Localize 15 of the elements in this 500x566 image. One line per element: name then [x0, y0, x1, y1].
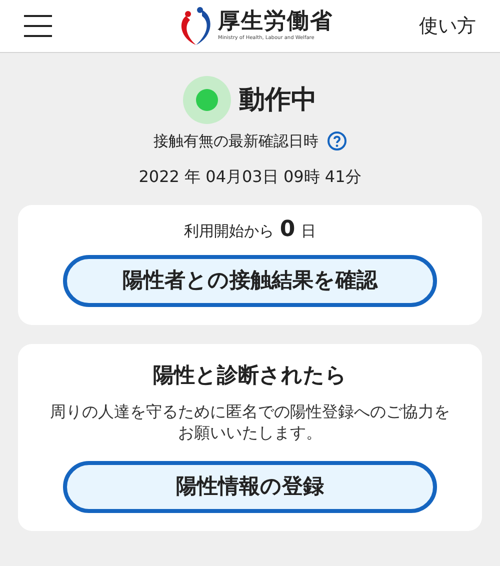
usage-days: 0: [280, 216, 296, 242]
last-check-time: 2022 年 04月03日 09時 41分: [138, 166, 362, 188]
section-title: 陽性と診断されたら: [153, 362, 347, 388]
section-message: 周りの人達を守るために匿名での陽性登録へのご協力をお願いいたします。: [50, 401, 450, 443]
menu-icon[interactable]: [24, 15, 52, 37]
check-contact-button[interactable]: 陽性者との接触結果を確認: [63, 254, 437, 306]
help-icon[interactable]: [326, 131, 346, 152]
logo-title: 厚生労働省: [218, 10, 333, 34]
register-positive-button[interactable]: 陽性情報の登録: [63, 461, 437, 513]
status-indicator-icon: [183, 76, 231, 124]
last-check-label: 接触有無の最新確認日時: [154, 131, 318, 152]
how-to-use-link[interactable]: 使い方: [419, 12, 476, 40]
usage-label: 利用開始から: [184, 221, 274, 242]
usage-unit: 日: [301, 221, 316, 242]
status-label: 動作中: [239, 84, 317, 116]
